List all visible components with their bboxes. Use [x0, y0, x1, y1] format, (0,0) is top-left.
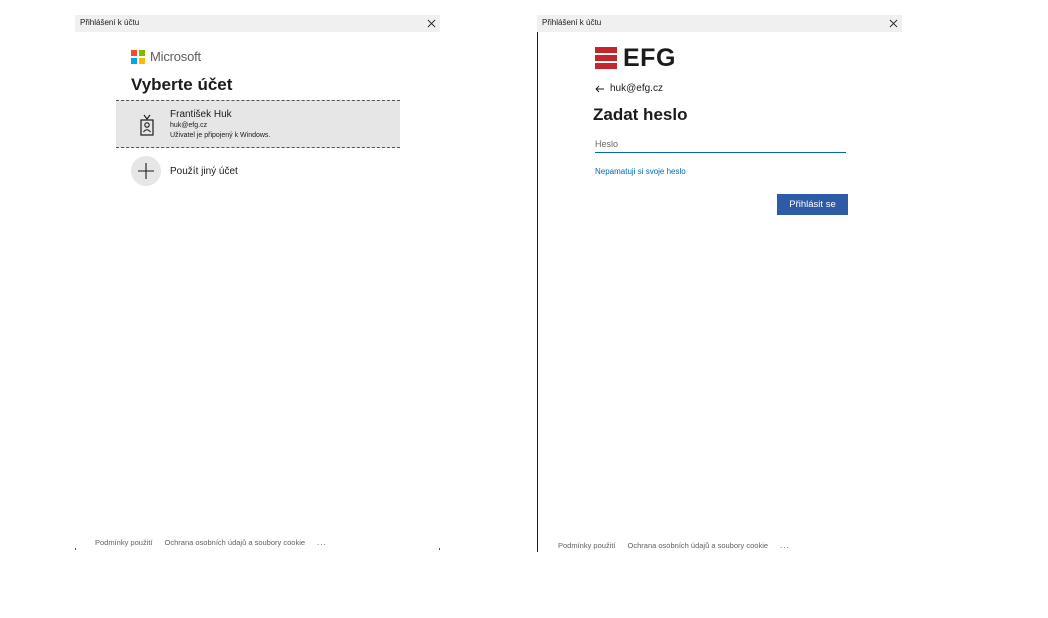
corner-mark [439, 548, 440, 550]
title-bar: Přihlášení k účtu [75, 15, 440, 32]
corner-mark [75, 548, 76, 550]
close-button[interactable] [884, 15, 902, 32]
microsoft-logo: Microsoft [131, 49, 201, 64]
more-options-button[interactable]: ... [780, 541, 790, 550]
sign-in-button[interactable]: Přihlásit se [777, 194, 848, 215]
plus-icon [131, 156, 161, 186]
badge-icon [140, 114, 154, 136]
logo-square [139, 57, 145, 64]
account-status: Uživatel je připojený k Windows. [170, 132, 271, 139]
window-title: Přihlášení k účtu [80, 18, 140, 27]
close-icon [889, 19, 897, 28]
password-field[interactable] [595, 136, 846, 153]
forgot-password-link[interactable]: Nepamatuji si svoje heslo [595, 167, 686, 176]
terms-link[interactable]: Podmínky použití [95, 538, 153, 547]
use-other-account-label: Použít jiný účet [170, 165, 238, 177]
account-picker-dialog: Přihlášení k účtu Microsoft Vyberte účet… [75, 15, 440, 550]
logo-square [139, 49, 145, 56]
footer: Podmínky použití Ochrana osobních údajů … [558, 541, 802, 550]
back-button[interactable]: huk@efg.cz [595, 83, 663, 94]
title-bar: Přihlášení k účtu [537, 15, 902, 32]
account-email: huk@efg.cz [170, 122, 208, 129]
logo-bar [595, 55, 617, 61]
window-title: Přihlášení k účtu [542, 18, 602, 27]
brand-name: EFG [623, 44, 676, 72]
account-name: František Huk [170, 109, 232, 120]
close-button[interactable] [422, 15, 440, 32]
terms-link[interactable]: Podmínky použití [558, 541, 616, 550]
password-dialog: Přihlášení k účtu EFG huk@efg.cz Zadat h… [537, 15, 902, 550]
page-title: Vyberte účet [131, 75, 233, 94]
page-title: Zadat heslo [593, 105, 688, 124]
arrow-left-icon [595, 85, 604, 92]
account-tile[interactable]: František Huk huk@efg.cz Uživatel je při… [116, 100, 400, 148]
use-other-account-button[interactable]: Použít jiný účet [131, 156, 238, 186]
account-email: huk@efg.cz [610, 83, 663, 94]
privacy-link[interactable]: Ochrana osobních údajů a soubory cookie [628, 541, 769, 550]
privacy-link[interactable]: Ochrana osobních údajů a soubory cookie [165, 538, 306, 547]
logo-bar [595, 47, 617, 53]
logo-bar [595, 63, 617, 69]
logo-square [131, 49, 137, 56]
footer: Podmínky použití Ochrana osobních údajů … [95, 538, 339, 547]
microsoft-logo-icon [131, 49, 145, 64]
brand-name: Microsoft [150, 49, 201, 64]
close-icon [427, 19, 435, 28]
logo-square [131, 57, 137, 64]
more-options-button[interactable]: ... [317, 538, 327, 547]
efg-logo-icon [595, 47, 617, 69]
efg-logo: EFG [595, 44, 676, 72]
